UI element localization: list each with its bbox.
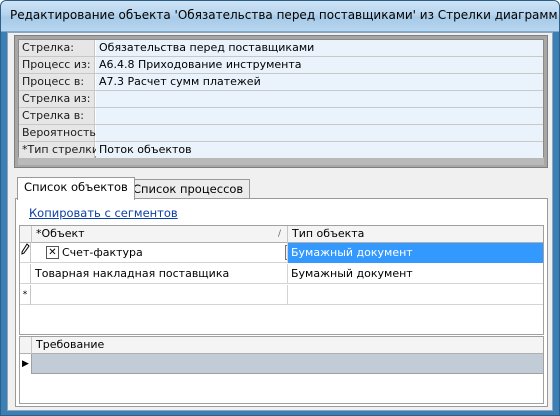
property-label: Стрелка из: [19,91,95,107]
tab-objects-list[interactable]: Список объектов [17,177,135,200]
object-type-cell[interactable]: Бумажный документ [288,264,543,284]
property-label: Стрелка в: [19,108,95,124]
column-header-object[interactable]: *Объект / [32,226,288,243]
column-header-object-label: *Объект [36,227,85,240]
row-indicator-header [20,226,32,243]
property-row-arrow-to[interactable]: Стрелка в: [19,108,543,125]
window-title: Редактирование объекта 'Обязательства пе… [10,8,558,22]
current-row-icon: ▶ [20,354,32,374]
property-label: Процесс в: [19,74,95,90]
object-type-cell[interactable]: Бумажный документ [288,243,543,263]
properties-splitter[interactable] [18,158,544,165]
tab-page-objects: Копировать с сегментов *Объект / Тип объ… [15,198,548,407]
property-value[interactable]: А6.4.8 Приходование инструмента [96,57,543,73]
object-name-cell[interactable]: Товарная накладная поставщика [32,264,288,284]
objects-grid-header: *Объект / Тип объекта [20,226,543,243]
table-row[interactable]: Товарная накладная поставщика Бумажный д… [20,264,543,284]
requirements-grid-header: Требование [20,337,543,354]
property-value[interactable] [96,91,543,107]
tab-processes-list[interactable]: Список процессов [126,179,251,200]
property-row-arrow[interactable]: Стрелка: Обязательства перед поставщикам… [19,40,543,57]
requirements-grid: Требование ▶ [19,336,544,404]
row-indicator [20,264,31,284]
property-row-arrow-from[interactable]: Стрелка из: [19,91,543,108]
object-name-editor[interactable]: Счет-фактура [62,243,143,262]
row-indicator-header [20,337,32,354]
table-row[interactable]: ✕ Счет-фактура ··· Бумажный документ [20,243,543,263]
copy-from-segments-link[interactable]: Копировать с сегментов [29,206,178,220]
table-row[interactable]: ▶ [20,354,543,374]
column-header-object-type[interactable]: Тип объекта [288,226,543,243]
new-table-row[interactable]: * [20,285,543,305]
property-row-probability[interactable]: Вероятность: [19,125,543,142]
close-icon[interactable]: ✕ [46,246,59,259]
new-row-icon: * [20,285,31,305]
property-label: Стрелка: [19,40,95,56]
property-value[interactable]: Обязательства перед поставщиками [96,40,543,56]
property-label: *Тип стрелки: [19,142,103,158]
object-cell-editing[interactable]: ✕ Счет-фактура ··· [32,243,288,263]
property-label: Процесс из: [19,57,95,73]
dialog-window: Редактирование объекта 'Обязательства пе… [0,0,560,416]
property-value[interactable]: А7.3 Расчет сумм платежей [96,74,543,90]
property-value[interactable]: Поток объектов [96,142,543,158]
property-value[interactable] [96,108,543,124]
objects-grid: *Объект / Тип объекта ✕ Счет-фактура ···… [19,225,544,335]
properties-panel: Стрелка: Обязательства перед поставщикам… [14,35,548,168]
title-bar[interactable]: Редактирование объекта 'Обязательства пе… [1,1,559,32]
sort-icon: / [277,229,281,239]
pencil-icon [20,243,31,263]
properties-grid: Стрелка: Обязательства перед поставщикам… [18,39,544,159]
property-value[interactable] [96,125,543,141]
property-row-process-to[interactable]: Процесс в: А7.3 Расчет сумм платежей [19,74,543,91]
object-type-cell[interactable] [288,285,543,305]
column-header-requirement[interactable]: Требование [32,337,104,354]
property-row-process-from[interactable]: Процесс из: А6.4.8 Приходование инструме… [19,57,543,74]
property-label: Вероятность: [19,125,100,141]
object-name-cell[interactable] [32,285,288,305]
property-row-arrow-type[interactable]: *Тип стрелки: Поток объектов [19,142,543,159]
dialog-client-area: Стрелка: Обязательства перед поставщикам… [7,32,553,411]
